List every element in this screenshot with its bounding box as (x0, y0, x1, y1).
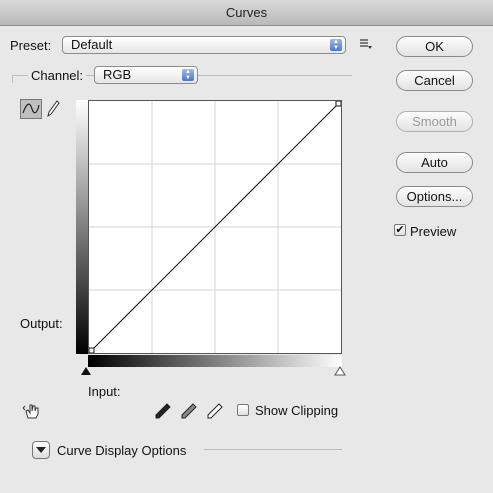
white-point-slider[interactable] (334, 366, 346, 376)
preset-select[interactable]: Default ▲ ▼ (62, 36, 346, 54)
gray-eyedropper-icon[interactable] (180, 402, 198, 420)
select-arrows-icon: ▲ ▼ (330, 39, 342, 51)
disclosure-triangle-icon (36, 447, 46, 453)
preset-value: Default (71, 37, 113, 52)
smooth-button[interactable]: Smooth (396, 111, 473, 132)
targeted-adjustment-hand-icon[interactable] (22, 402, 42, 420)
preset-label: Preset: (10, 38, 52, 53)
show-clipping-checkbox[interactable] (237, 404, 249, 416)
channel-select[interactable]: RGB ▲ ▼ (94, 66, 198, 84)
curve-display-options-label: Curve Display Options (57, 443, 187, 458)
select-arrows-icon: ▲ ▼ (182, 69, 194, 81)
black-point-slider[interactable] (80, 366, 92, 376)
pencil-icon[interactable] (46, 99, 60, 119)
black-eyedropper-icon[interactable] (154, 402, 172, 420)
auto-button[interactable]: Auto (396, 152, 473, 173)
window-title: Curves (0, 0, 493, 26)
curve-graph[interactable] (88, 100, 342, 354)
output-gradient (76, 100, 88, 354)
curve-graph-svg (89, 101, 341, 353)
preview-checkbox[interactable]: ✔ (394, 224, 406, 236)
curve-display-toggle[interactable] (32, 441, 50, 459)
curve-point-black[interactable] (89, 347, 95, 353)
options-button[interactable]: Options... (396, 186, 473, 207)
ok-button[interactable]: OK (396, 36, 473, 57)
curve-point-tool[interactable] (20, 99, 42, 119)
preview-label: Preview (410, 224, 457, 239)
input-gradient (88, 355, 342, 367)
separator (204, 449, 342, 450)
channel-label: Channel: (28, 68, 87, 83)
curve-point-white[interactable] (335, 101, 341, 107)
white-eyedropper-icon[interactable] (206, 402, 224, 420)
output-label: Output: (20, 316, 63, 331)
curve-tool-icon (22, 103, 40, 114)
group-border-left (12, 75, 13, 83)
input-label: Input: (88, 384, 121, 399)
cancel-button[interactable]: Cancel (396, 70, 473, 91)
show-clipping-label: Show Clipping (255, 403, 339, 418)
preset-menu-icon[interactable] (359, 38, 373, 50)
channel-value: RGB (103, 67, 132, 82)
